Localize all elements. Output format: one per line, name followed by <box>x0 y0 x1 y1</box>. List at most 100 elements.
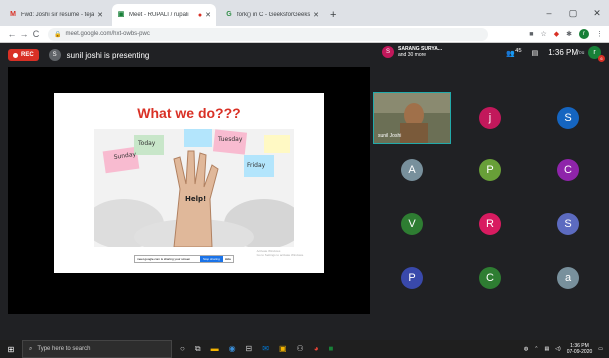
presenting-text: sunil joshi is presenting <box>66 50 150 60</box>
search-placeholder: Type here to search <box>37 346 91 352</box>
slide-title: What we do??? <box>137 105 241 121</box>
participant-tile[interactable]: a <box>529 252 607 304</box>
people-summary[interactable]: S SARANG SURYA... and 30 more <box>382 46 442 58</box>
camera-feed: sunil Joshi <box>373 92 451 144</box>
self-avatar[interactable]: You r 6 <box>576 46 605 62</box>
reload-icon[interactable]: C <box>30 29 42 39</box>
network-icon[interactable]: ▤ <box>544 346 549 352</box>
participant-avatar: S <box>557 213 579 235</box>
presentation-slide: What we do??? Sunday Today Tuesday Frida… <box>54 93 324 273</box>
people-line2: and 30 more <box>398 52 427 58</box>
mail-icon[interactable]: ✉ <box>262 344 269 354</box>
people-app-icon[interactable]: ⚇ <box>297 344 304 354</box>
participant-avatar: P <box>479 159 501 181</box>
profile-avatar[interactable]: r <box>579 29 589 39</box>
new-tab-button[interactable]: + <box>330 9 336 21</box>
share-bar-text: meet.google.com is sharing your screen <box>137 257 191 261</box>
presentation-stage: What we do??? Sunday Today Tuesday Frida… <box>8 67 370 314</box>
participant-avatar: j <box>479 107 501 129</box>
participant-avatar: C <box>557 159 579 181</box>
shopping-icon[interactable]: ▣ <box>279 344 287 354</box>
puzzle-icon[interactable]: ✱ <box>566 30 572 38</box>
close-icon[interactable]: ✕ <box>313 11 319 19</box>
participant-grid: sunil Joshi j S A P C V R S P C a <box>373 92 601 302</box>
participant-tile[interactable]: C <box>451 252 529 304</box>
url-text: meet.google.com/hxt-owbs-pwc <box>65 31 150 37</box>
edge-icon[interactable]: ◉ <box>229 344 236 354</box>
tab-title: fork() in C - GeeksforGeeks <box>237 12 311 18</box>
participant-tile[interactable]: j <box>451 92 529 144</box>
close-icon[interactable]: ✕ <box>97 11 103 19</box>
system-tray: ◍ ⌃ ▤ ◁) 1:36 PM 07-09-2020 ▭ <box>524 343 609 355</box>
close-window-icon[interactable]: ✕ <box>585 8 609 19</box>
hide-button[interactable]: Hide <box>225 257 231 261</box>
meet-header: REC S sunil joshi is presenting S SARANG… <box>0 43 609 67</box>
windows-start-icon[interactable]: ⊞ <box>0 345 22 354</box>
back-icon[interactable]: ← <box>6 29 18 39</box>
address-toolbar: ← → C 🔒 meet.google.com/hxt-owbs-pwc ■ ☆… <box>0 26 609 43</box>
meet-controls: 👥45 ▤ 1:36 PM You r 6 <box>506 46 605 62</box>
participant-tile[interactable]: R <box>451 198 529 250</box>
taskbar-search[interactable]: ⌕ Type here to search <box>22 340 172 358</box>
participant-tile[interactable]: P <box>373 252 451 304</box>
participant-tile[interactable]: C <box>529 144 607 196</box>
browser-tab-bar: M Fwd: Joshi sir resume - tejamputi ✕ ▣ … <box>0 0 609 26</box>
screen-share-bar: meet.google.com is sharing your screen S… <box>134 255 234 263</box>
file-explorer-icon[interactable]: ▬ <box>211 344 219 354</box>
participant-tile[interactable]: S <box>529 198 607 250</box>
camera-icon[interactable]: ■ <box>529 31 533 38</box>
maximize-icon[interactable]: ▢ <box>561 8 585 19</box>
chevron-up-icon[interactable]: ⌃ <box>534 346 538 352</box>
menu-icon[interactable]: ⋮ <box>596 30 603 38</box>
window-controls: – ▢ ✕ <box>537 0 609 26</box>
taskbar-clock[interactable]: 1:36 PM 07-09-2020 <box>567 343 593 355</box>
chrome-icon[interactable]: ◕ <box>314 344 319 354</box>
participant-name: sunil Joshi <box>378 133 402 139</box>
note-help: Help! <box>185 195 206 203</box>
store-icon[interactable]: ⊟ <box>246 344 253 354</box>
slide-image: Sunday Today Tuesday Friday Help! <box>94 129 294 247</box>
search-icon: ⌕ <box>29 345 33 352</box>
participant-count: 45 <box>515 47 522 54</box>
record-icon <box>13 52 18 58</box>
notifications-icon[interactable]: ▭ <box>598 346 603 352</box>
task-view-icon[interactable]: ⧉ <box>195 344 201 354</box>
meeting-time: 1:36 PM <box>548 48 578 57</box>
participant-tile[interactable]: P <box>451 144 529 196</box>
tab-gmail[interactable]: M Fwd: Joshi sir resume - tejamputi ✕ <box>4 4 108 26</box>
participant-tile[interactable]: A <box>373 144 451 196</box>
url-bar[interactable]: 🔒 meet.google.com/hxt-owbs-pwc <box>48 27 488 41</box>
activate-windows-watermark: Activate Windows Go to Settings to activ… <box>257 249 304 257</box>
user-tray-icon[interactable]: ◍ <box>524 346 528 352</box>
notification-badge: 6 <box>598 55 605 62</box>
screen: M Fwd: Joshi sir resume - tejamputi ✕ ▣ … <box>0 0 609 358</box>
volume-icon[interactable]: ◁) <box>555 346 561 352</box>
participant-tile-camera[interactable]: sunil Joshi <box>373 92 451 144</box>
star-icon[interactable]: ☆ <box>540 30 546 38</box>
tab-geeksforgeeks[interactable]: G fork() in C - GeeksforGeeks ✕ <box>220 4 324 26</box>
app-icon[interactable]: ■ <box>329 344 334 354</box>
rec-label: REC <box>21 52 34 58</box>
participant-avatar: C <box>479 267 501 289</box>
forward-icon[interactable]: → <box>18 29 30 39</box>
close-icon[interactable]: ✕ <box>205 11 211 19</box>
extension-icon[interactable]: ◆ <box>554 30 559 38</box>
note-today: Today <box>137 140 156 147</box>
tab-meet[interactable]: ▣ Meet - RUPALI / rupali ● ✕ <box>112 4 216 26</box>
participant-tile[interactable]: S <box>529 92 607 144</box>
recording-badge: REC <box>8 49 39 61</box>
people-avatar: S <box>382 46 394 58</box>
gmail-icon: M <box>10 11 16 18</box>
chat-icon[interactable]: ▤ <box>532 49 539 57</box>
participant-tile[interactable]: V <box>373 198 451 250</box>
cortana-icon[interactable]: ○ <box>180 344 185 354</box>
participant-avatar: a <box>557 267 579 289</box>
presenter-avatar: S <box>48 49 61 61</box>
minimize-icon[interactable]: – <box>537 8 561 18</box>
gfg-icon: G <box>226 11 232 18</box>
taskbar-apps: ○ ⧉ ▬ ◉ ⊟ ✉ ▣ ⚇ ◕ ■ <box>180 344 333 354</box>
stop-sharing-button[interactable]: Stop sharing <box>199 256 223 262</box>
tab-title: Meet - RUPALI / rupali <box>129 12 189 18</box>
self-initial: r <box>593 49 596 56</box>
people-button[interactable]: 👥45 <box>506 48 521 57</box>
